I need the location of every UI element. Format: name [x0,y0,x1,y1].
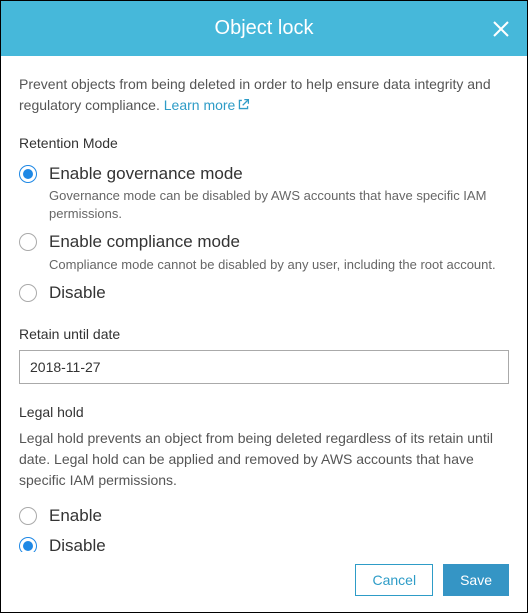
radio-icon [19,537,37,552]
radio-icon [19,233,37,251]
radio-label: Enable [49,505,509,527]
dialog-title: Object lock [215,17,314,40]
dialog-footer: Cancel Save [1,552,527,612]
retain-until-input[interactable] [19,350,509,384]
retention-disable-option[interactable]: Disable [19,278,509,308]
retain-until-label: Retain until date [19,326,509,342]
learn-more-link[interactable]: Learn more [164,97,251,113]
radio-icon [19,507,37,525]
close-button[interactable] [489,17,513,41]
external-link-icon [237,96,250,117]
close-icon [491,19,511,39]
retention-compliance-option[interactable]: Enable compliance mode Compliance mode c… [19,227,509,277]
retention-mode-label: Retention Mode [19,135,509,151]
cancel-button[interactable]: Cancel [355,564,433,596]
radio-description: Governance mode can be disabled by AWS a… [49,187,509,223]
legal-hold-description: Legal hold prevents an object from being… [19,428,509,491]
radio-label: Disable [49,282,509,304]
radio-label: Enable governance mode [49,163,509,185]
retention-governance-option[interactable]: Enable governance mode Governance mode c… [19,159,509,227]
radio-label: Enable compliance mode [49,231,509,253]
dialog-header: Object lock [1,1,527,56]
legal-hold-enable-option[interactable]: Enable [19,501,509,531]
legal-hold-disable-option[interactable]: Disable [19,531,509,552]
save-button[interactable]: Save [443,564,509,596]
radio-label: Disable [49,535,509,552]
dialog-content: Prevent objects from being deleted in or… [1,56,527,552]
radio-description: Compliance mode cannot be disabled by an… [49,256,509,274]
legal-hold-group: Enable Disable [19,501,509,552]
intro-text: Prevent objects from being deleted in or… [19,74,509,117]
retention-mode-group: Enable governance mode Governance mode c… [19,159,509,308]
legal-hold-label: Legal hold [19,404,509,420]
intro-description: Prevent objects from being deleted in or… [19,76,491,113]
radio-icon [19,165,37,183]
radio-icon [19,284,37,302]
